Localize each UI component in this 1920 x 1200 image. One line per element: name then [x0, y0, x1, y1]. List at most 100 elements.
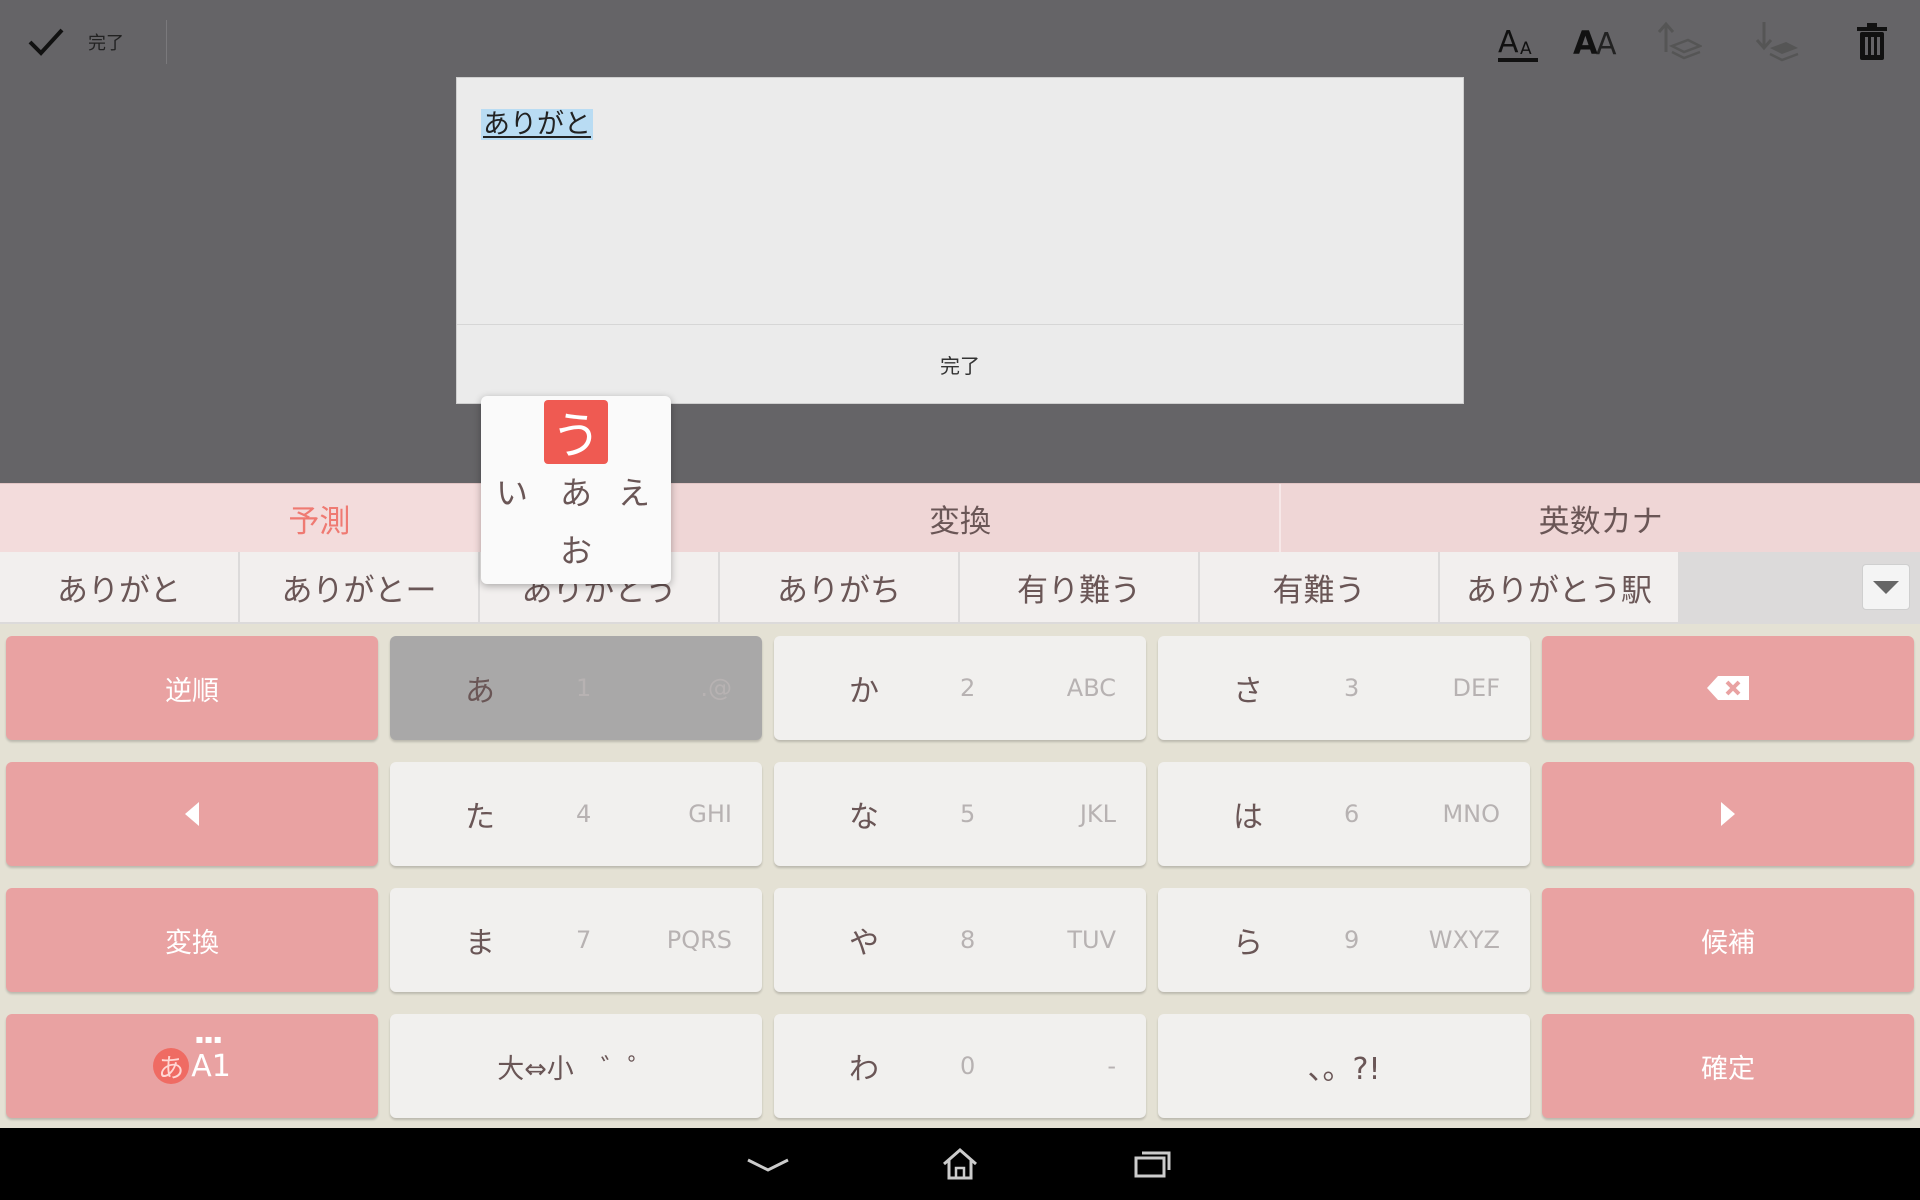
top-toolbar: 完了 A A A A	[0, 0, 1920, 84]
home-button[interactable]	[930, 1138, 990, 1190]
layer-down-icon[interactable]	[1752, 18, 1800, 66]
cursor-right-key[interactable]	[1542, 762, 1914, 866]
recents-icon	[1134, 1151, 1171, 1178]
key-num-label: 5	[960, 800, 976, 828]
key-main-label: な	[849, 800, 879, 835]
svg-text:A: A	[1498, 25, 1519, 60]
flick-left: い	[495, 474, 528, 512]
key-ma[interactable]: ま 7 PQRS	[390, 888, 762, 992]
toolbar-divider	[166, 20, 167, 64]
candidates-key[interactable]: 候補	[1542, 888, 1914, 992]
key-main-label: や	[849, 926, 879, 961]
candidate-item[interactable]: 有り難う	[960, 552, 1198, 622]
keyboard-mode-tabs: 予測 変換 英数カナ	[0, 483, 1920, 552]
arrow-right-icon	[1721, 802, 1735, 826]
key-main-label: あ	[465, 674, 495, 709]
key-na[interactable]: な 5 JKL	[774, 762, 1146, 866]
key-num-label: 6	[1344, 800, 1360, 828]
dialog-done-button[interactable]: 完了	[457, 325, 1463, 403]
key-num-label: 7	[576, 926, 592, 954]
key-alpha-label: .@	[700, 674, 732, 702]
back-button[interactable]	[738, 1138, 798, 1190]
key-ka[interactable]: か 2 ABC	[774, 636, 1146, 740]
tab-conversion[interactable]: 変換	[641, 484, 1282, 552]
candidate-item[interactable]: ありがち	[720, 552, 958, 622]
punctuation-key[interactable]: 、。?!	[1158, 1014, 1530, 1118]
flick-center: あ	[559, 474, 592, 512]
chevron-down-icon	[1873, 581, 1899, 594]
text-input-dialog: ありがと 完了	[456, 77, 1464, 404]
key-main-label: た	[465, 800, 495, 835]
key-alpha-label: MNO	[1442, 800, 1500, 828]
candidate-item[interactable]: 有難う	[1200, 552, 1438, 622]
small-dakuten-key[interactable]: 大⇔小 ゛゜	[390, 1014, 762, 1118]
key-main-label: ら	[1233, 926, 1263, 961]
key-alpha-label: JKL	[1079, 800, 1116, 828]
key-main-label: 、。?!	[1307, 1052, 1381, 1087]
key-ta[interactable]: た 4 GHI	[390, 762, 762, 866]
candidate-item[interactable]: ありがとう駅	[1440, 552, 1678, 622]
key-num-label: 9	[1344, 926, 1360, 954]
trash-icon[interactable]	[1848, 18, 1896, 66]
convert-key[interactable]: 変換	[6, 888, 378, 992]
text-editor[interactable]: ありがと	[457, 78, 1463, 324]
expand-candidates-button[interactable]	[1862, 564, 1910, 610]
key-alpha-label: PQRS	[666, 926, 732, 954]
checkmark-icon	[28, 28, 64, 56]
candidate-item[interactable]: ありがとー	[240, 552, 478, 622]
input-mode-key[interactable]: あ A1 ▪▪▪	[6, 1014, 378, 1118]
more-dots-icon: ▪▪▪	[195, 1032, 223, 1046]
recents-button[interactable]	[1122, 1138, 1182, 1190]
done-label: 完了	[88, 33, 124, 54]
composing-text: ありがと	[481, 109, 593, 140]
key-num-label: 2	[960, 674, 976, 702]
key-main-label: か	[849, 674, 879, 709]
cursor-left-key[interactable]	[6, 762, 378, 866]
key-alpha-label: GHI	[688, 800, 732, 828]
key-sa[interactable]: さ 3 DEF	[1158, 636, 1530, 740]
key-main-label: わ	[849, 1052, 879, 1087]
key-main-label: さ	[1233, 674, 1263, 709]
flick-up: う	[544, 400, 608, 465]
key-num-label: 0	[960, 1052, 976, 1080]
flick-down: お	[559, 532, 592, 570]
key-main-label: は	[1233, 800, 1263, 835]
key-alpha-label: -	[1107, 1052, 1116, 1080]
home-icon	[943, 1148, 977, 1180]
key-wa[interactable]: わ 0 -	[774, 1014, 1146, 1118]
keyboard-keys: 逆順 あ 1 .@ か 2 ABC さ 3 DEF た 4 GHI な 5 JK…	[0, 624, 1920, 1128]
key-ya[interactable]: や 8 TUV	[774, 888, 1146, 992]
back-icon	[747, 1158, 789, 1172]
text-small-icon[interactable]: A A	[1494, 18, 1542, 66]
candidate-bar: ありがと ありがとー ありがとう ありがち 有り難う 有難う ありがとう駅	[0, 552, 1920, 624]
key-main-label: 大⇔小 ゛゜	[497, 1053, 655, 1085]
svg-text:A: A	[1520, 39, 1532, 59]
text-large-icon[interactable]: A A	[1572, 18, 1620, 66]
reverse-key[interactable]: 逆順	[6, 636, 378, 740]
layer-up-icon[interactable]	[1654, 18, 1702, 66]
svg-text:A: A	[1573, 24, 1598, 62]
key-main-label: ま	[465, 926, 495, 961]
flick-right: え	[617, 474, 650, 512]
tab-alnum-kana[interactable]: 英数カナ	[1281, 484, 1920, 552]
mode-kana-label: あ	[153, 1048, 190, 1084]
key-num-label: 3	[1344, 674, 1360, 702]
done-button[interactable]: 完了	[24, 20, 124, 64]
input-mode-indicator: あ A1 ▪▪▪	[153, 1032, 231, 1084]
key-alpha-label: TUV	[1067, 926, 1116, 954]
svg-text:A: A	[1596, 27, 1617, 62]
candidate-item[interactable]: ありがと	[0, 552, 238, 622]
key-ha[interactable]: は 6 MNO	[1158, 762, 1530, 866]
key-num-label: 8	[960, 926, 976, 954]
key-ra[interactable]: ら 9 WXYZ	[1158, 888, 1530, 992]
key-num-label: 4	[576, 800, 592, 828]
confirm-key[interactable]: 確定	[1542, 1014, 1914, 1118]
backspace-key[interactable]	[1542, 636, 1914, 740]
key-alpha-label: ABC	[1066, 674, 1116, 702]
flick-guide-popup: う い あ え お	[481, 396, 671, 584]
key-num-label: 1	[576, 674, 592, 702]
key-alpha-label: WXYZ	[1428, 926, 1500, 954]
key-alpha-label: DEF	[1452, 674, 1500, 702]
arrow-left-icon	[185, 802, 199, 826]
key-a[interactable]: あ 1 .@	[390, 636, 762, 740]
